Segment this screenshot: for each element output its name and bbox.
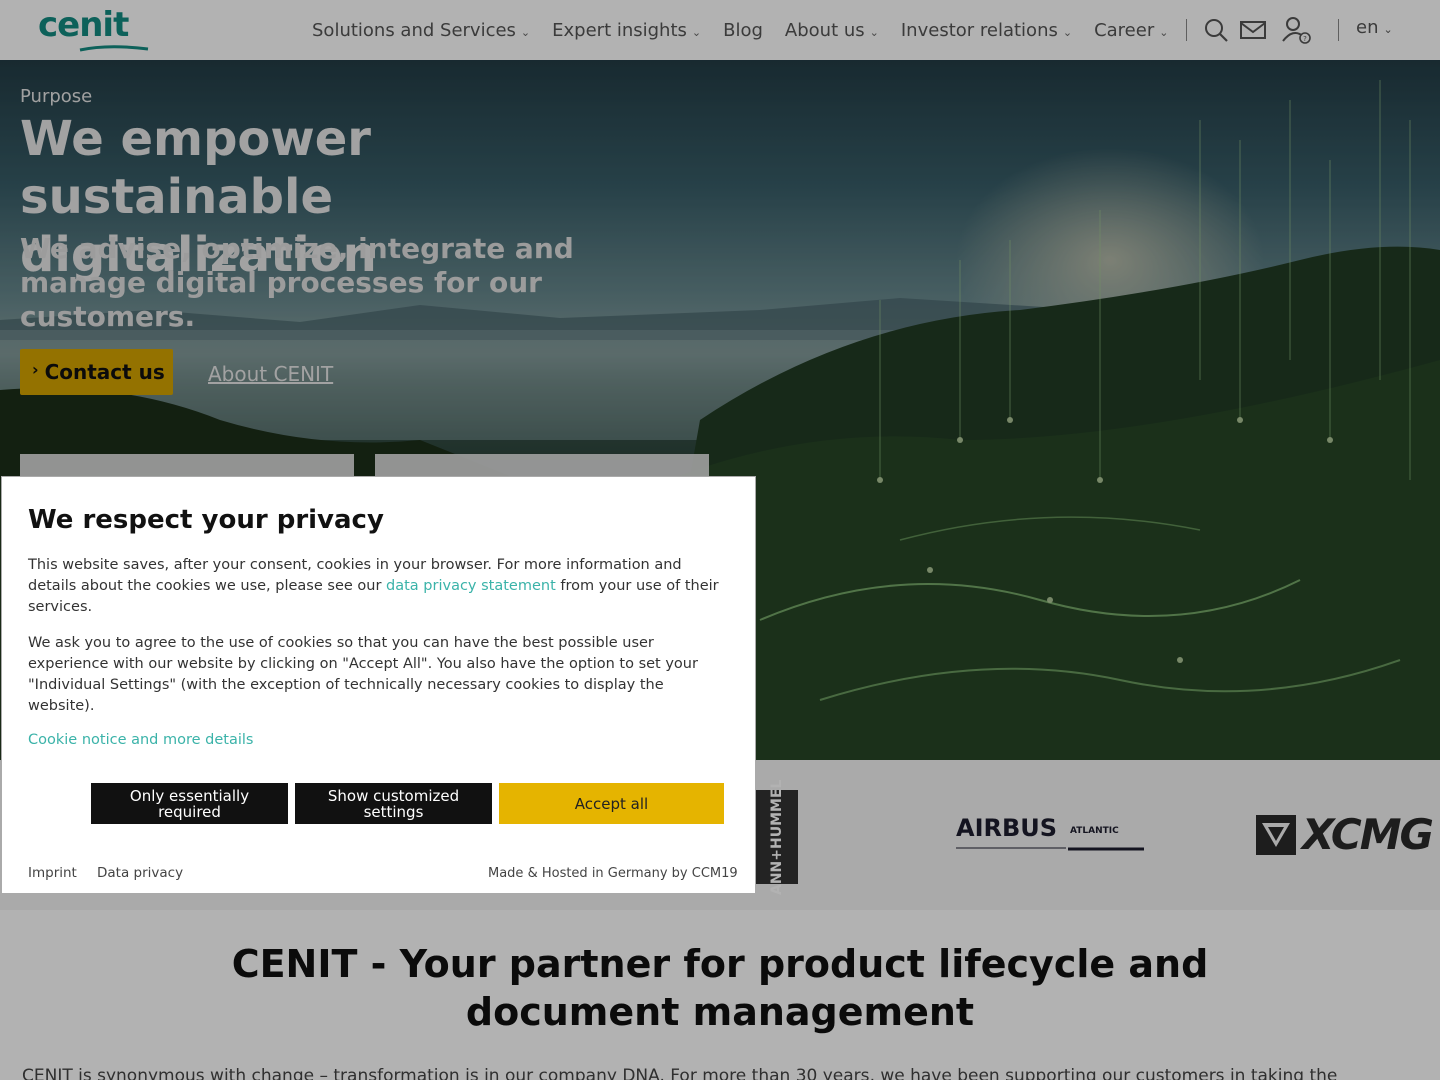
- accept-all-button[interactable]: Accept all: [499, 783, 724, 824]
- customized-settings-button[interactable]: Show customized settings: [295, 783, 492, 824]
- only-essential-button[interactable]: Only essentially required: [91, 783, 288, 824]
- cookie-consent-paragraph: We ask you to agree to the use of cookie…: [28, 635, 698, 714]
- data-privacy-link[interactable]: Data privacy: [97, 865, 183, 881]
- cookie-notice-link[interactable]: Cookie notice and more details: [28, 732, 253, 748]
- made-hosted-note[interactable]: Made & Hosted in Germany by CCM19: [488, 866, 738, 881]
- cookie-dialog-title: We respect your privacy: [28, 505, 384, 535]
- imprint-link[interactable]: Imprint: [28, 865, 77, 881]
- cookie-consent-dialog: We respect your privacy This website sav…: [1, 476, 756, 894]
- cookie-info-paragraph: This website saves, after your consent, …: [28, 557, 719, 615]
- data-privacy-statement-link[interactable]: data privacy statement: [386, 578, 556, 594]
